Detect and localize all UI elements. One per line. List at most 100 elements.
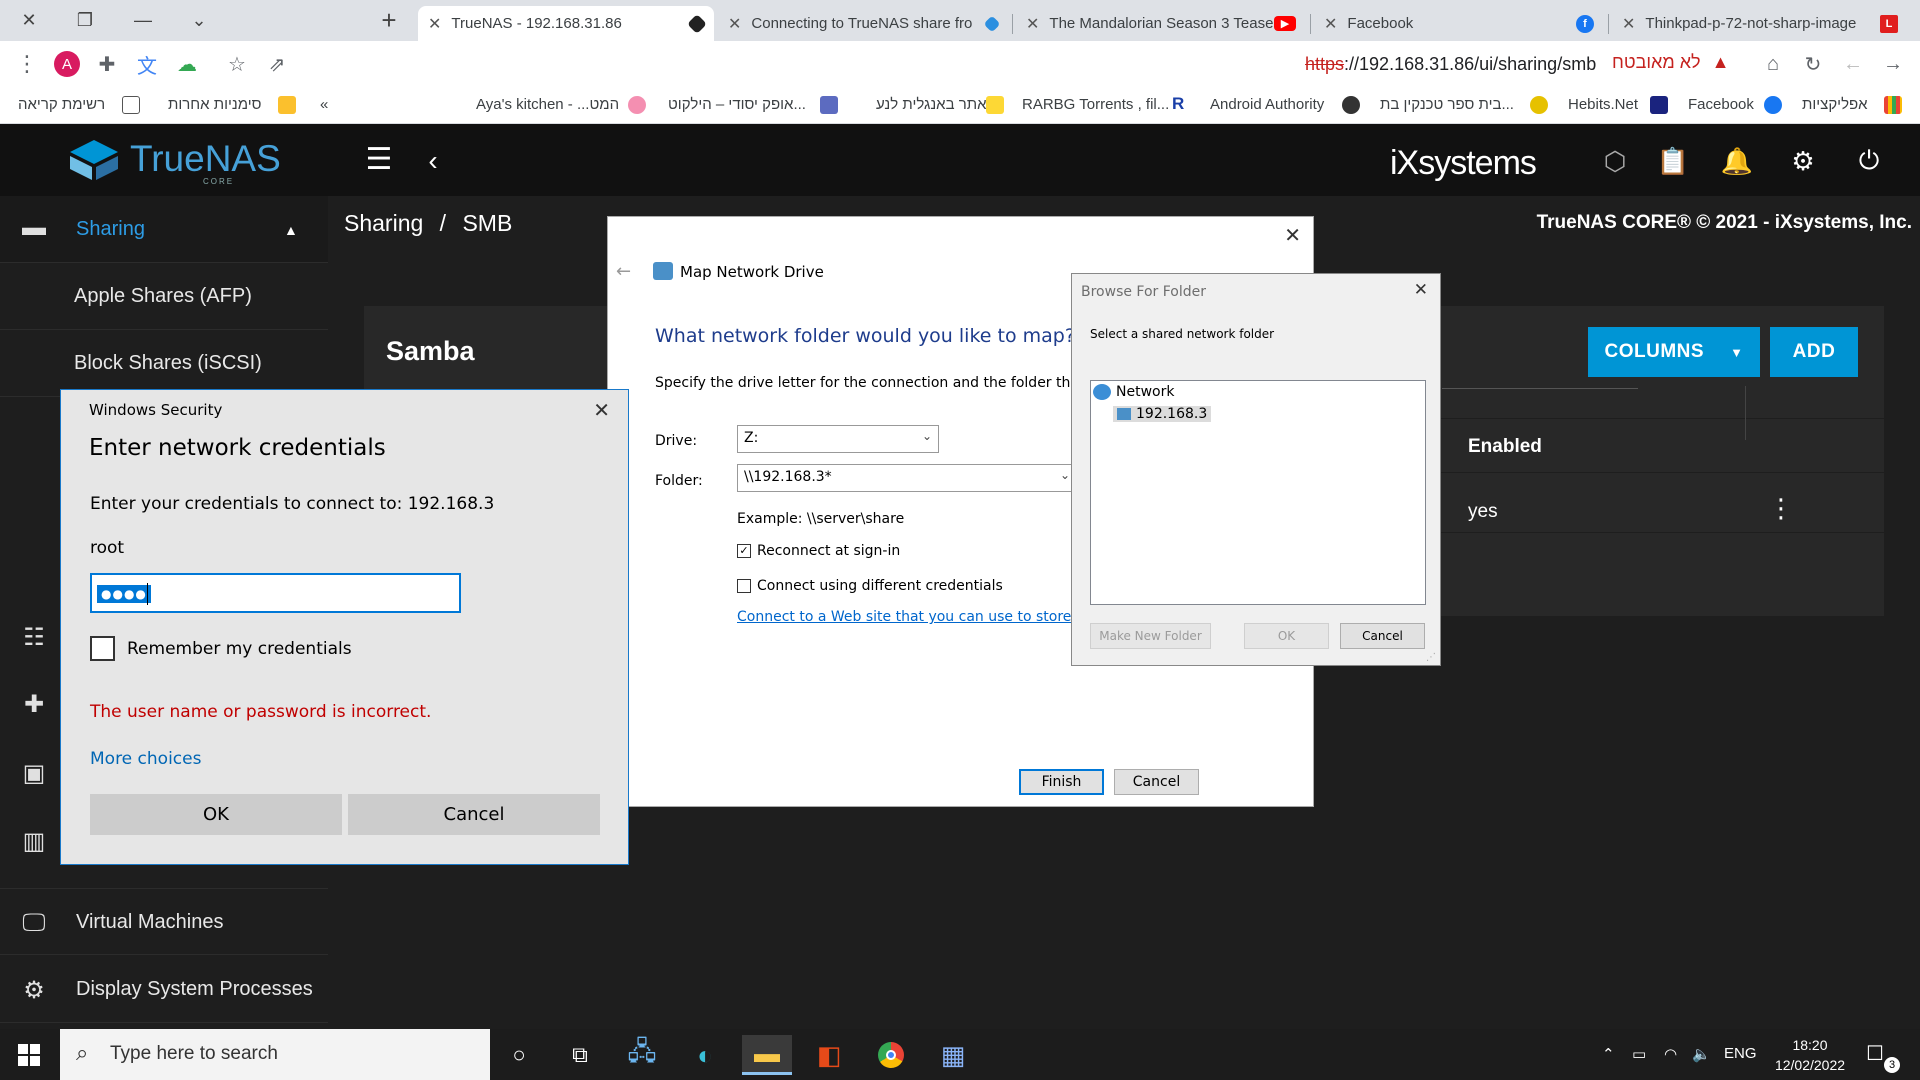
tab-connecting-truenas[interactable]: ✕ Connecting to TrueNAS share fro (718, 6, 1008, 41)
bookmark-hebits[interactable]: Hebits.Net (1568, 96, 1638, 113)
dialog-app-name: Windows Security (89, 401, 223, 419)
clock[interactable]: 18:20 12/02/2022 (1768, 1035, 1852, 1075)
close-tab-icon[interactable]: ✕ (728, 14, 741, 34)
bookmark-reading-list[interactable]: רשימת קריאה (18, 96, 105, 113)
resize-grip-icon[interactable]: ⋰ (1426, 652, 1436, 663)
tray-chevron-up-icon[interactable]: ⌃ (1602, 1045, 1615, 1063)
close-tab-icon[interactable]: ✕ (428, 14, 441, 34)
battery-icon[interactable]: ▭ (1632, 1045, 1646, 1063)
edge-browser-icon[interactable]: ◐ (680, 1035, 730, 1075)
office-icon[interactable]: ◧ (804, 1035, 854, 1075)
close-tab-icon[interactable]: ✕ (1026, 14, 1039, 34)
hamburger-menu-icon[interactable]: ☰ (362, 142, 396, 176)
finish-button[interactable]: Finish (1019, 769, 1104, 795)
remember-credentials-checkbox[interactable]: Remember my credentials (90, 636, 352, 661)
bookmark-school[interactable]: בית ספר טכנקין בת... (1380, 96, 1514, 113)
truecommand-icon[interactable]: ⬡ (1598, 144, 1632, 178)
close-icon[interactable]: ✕ (1414, 280, 1428, 300)
tab-mandalorian[interactable]: ✕ The Mandalorian Season 3 Tease ▶ (1016, 6, 1306, 41)
password-field[interactable]: ●●●● (90, 573, 461, 613)
tab-thinkpad[interactable]: ✕ Thinkpad-p-72-not-sharp-image L (1612, 6, 1908, 41)
close-tab-icon[interactable]: ✕ (1622, 14, 1635, 34)
cancel-button[interactable]: Cancel (348, 794, 600, 835)
power-icon[interactable]: ⏻ (1852, 144, 1886, 178)
make-new-folder-button[interactable]: Make New Folder (1090, 623, 1211, 649)
truenas-logo[interactable]: TrueNAS CORE (68, 138, 281, 186)
bell-notifications-icon[interactable]: 🔔 (1720, 144, 1754, 178)
windows-start-icon[interactable] (4, 1035, 54, 1075)
calculator-icon[interactable]: ▦ (928, 1035, 978, 1075)
ok-button[interactable]: OK (1244, 623, 1329, 649)
sidebar-item-virtual-machines[interactable]: 🖵 Virtual Machines (0, 888, 328, 955)
language-indicator[interactable]: ENG (1724, 1045, 1757, 1062)
cancel-button[interactable]: Cancel (1340, 623, 1425, 649)
different-credentials-checkbox[interactable]: Connect using different credentials (737, 578, 1003, 594)
bookmark-english-site[interactable]: אתר באנגלית לנע (876, 96, 987, 113)
task-view-icon[interactable]: ⧉ (555, 1035, 605, 1075)
bookmark-other[interactable]: סימניות אחרות (168, 96, 261, 113)
close-window-icon[interactable]: ✕ (6, 0, 52, 41)
tree-item-server[interactable]: 192.168.3 (1113, 406, 1212, 422)
translate-icon[interactable]: 文 (132, 49, 162, 79)
tree-item-network[interactable]: Network (1093, 384, 1174, 400)
notification-center-icon[interactable]: ☐ (1866, 1041, 1884, 1066)
bookmark-rarbg[interactable]: RARBG Torrents , fil... (1022, 96, 1169, 113)
bookmark-ofek[interactable]: אופק יסודי – הילקוט... (668, 96, 806, 113)
profile-avatar[interactable]: A (52, 49, 82, 79)
reconnect-checkbox[interactable]: ✓ Reconnect at sign-in (737, 543, 900, 559)
tab-truenas[interactable]: ✕ TrueNAS - 192.168.31.86 (418, 6, 714, 41)
chevron-left-icon[interactable]: ‹ (416, 144, 450, 178)
wifi-icon[interactable]: ◠ (1664, 1045, 1677, 1063)
row-actions-kebab-icon[interactable]: ⋮ (1768, 493, 1794, 524)
restore-window-icon[interactable]: ❐ (62, 0, 108, 41)
tab-facebook[interactable]: ✕ Facebook f (1314, 6, 1604, 41)
folder-tree[interactable]: Network 192.168.3 (1090, 380, 1426, 605)
bookmark-android-authority[interactable]: Android Authority (1210, 96, 1324, 113)
breadcrumb-sharing[interactable]: Sharing (344, 210, 423, 236)
extensions-puzzle-icon[interactable]: ✚ (92, 49, 122, 79)
sidebar-item-processes[interactable]: ⚙ Display System Processes (0, 956, 328, 1023)
minimize-window-icon[interactable]: — (120, 0, 166, 41)
bookmark-star-icon[interactable]: ☆ (222, 49, 252, 79)
chrome-icon[interactable] (866, 1035, 916, 1075)
folder-combobox[interactable]: \\192.168.3* ⌄ (737, 464, 1077, 492)
extension-cloud-icon[interactable]: ☁ (172, 49, 202, 79)
column-header-enabled[interactable]: Enabled (1468, 436, 1542, 458)
sidebar-item-afp[interactable]: Apple Shares (AFP) (0, 263, 328, 330)
home-icon[interactable]: ⌂ (1758, 49, 1788, 79)
cancel-button[interactable]: Cancel (1114, 769, 1199, 795)
bookmark-ayas-kitchen[interactable]: Aya's kitchen - ...המט (476, 96, 619, 113)
cortana-circle-icon[interactable]: ○ (494, 1035, 544, 1075)
close-icon[interactable]: ✕ (1284, 223, 1301, 247)
close-icon[interactable]: ✕ (593, 398, 610, 422)
more-choices-link[interactable]: More choices (90, 749, 201, 769)
not-secure-indicator[interactable]: לא מאובטח ▲ (1612, 52, 1729, 73)
columns-button[interactable]: COLUMNS ▼ (1588, 327, 1760, 377)
bookmarks-overflow-chevron[interactable]: « (320, 96, 328, 113)
menu-kebab-icon[interactable]: ⋮ (12, 49, 42, 79)
new-tab-button[interactable]: + (366, 0, 412, 41)
file-explorer-icon[interactable]: ▬ (742, 1035, 792, 1075)
share-icon[interactable]: ⇗ (262, 49, 292, 79)
close-tab-icon[interactable]: ✕ (1324, 14, 1337, 34)
ok-button[interactable]: OK (90, 794, 342, 835)
remote-desktop-icon[interactable]: 🖧 (617, 1035, 667, 1075)
address-bar-url[interactable]: https://192.168.31.86/ui/sharing/smb (1305, 54, 1596, 75)
bookmark-facebook[interactable]: Facebook (1688, 96, 1754, 113)
sidebar-item-sharing[interactable]: ▬ Sharing ▲ (0, 196, 328, 263)
back-arrow-icon[interactable]: ← (616, 261, 631, 282)
caret-up-icon: ▲ (284, 222, 298, 238)
back-arrow-icon[interactable]: → (1878, 49, 1908, 79)
clipboard-tasks-icon[interactable]: 📋 (1656, 144, 1690, 178)
forward-arrow-icon[interactable]: ← (1838, 49, 1868, 79)
sidebar-item-iscsi[interactable]: Block Shares (iSCSI) (0, 330, 328, 397)
volume-icon[interactable]: 🔈 (1692, 1045, 1711, 1063)
add-button[interactable]: ADD (1770, 327, 1858, 377)
ixsystems-logo[interactable]: iXsystems (1390, 144, 1537, 183)
drive-select[interactable]: Z: ⌄ (737, 425, 939, 453)
reload-icon[interactable]: ↻ (1798, 49, 1828, 79)
taskbar-search-box[interactable]: ⌕ Type here to search (60, 1029, 490, 1080)
tab-search-chevron-icon[interactable]: ⌄ (176, 0, 222, 41)
bookmark-apps[interactable]: אפליקציות (1802, 96, 1868, 113)
gear-settings-icon[interactable]: ⚙ (1786, 144, 1820, 178)
